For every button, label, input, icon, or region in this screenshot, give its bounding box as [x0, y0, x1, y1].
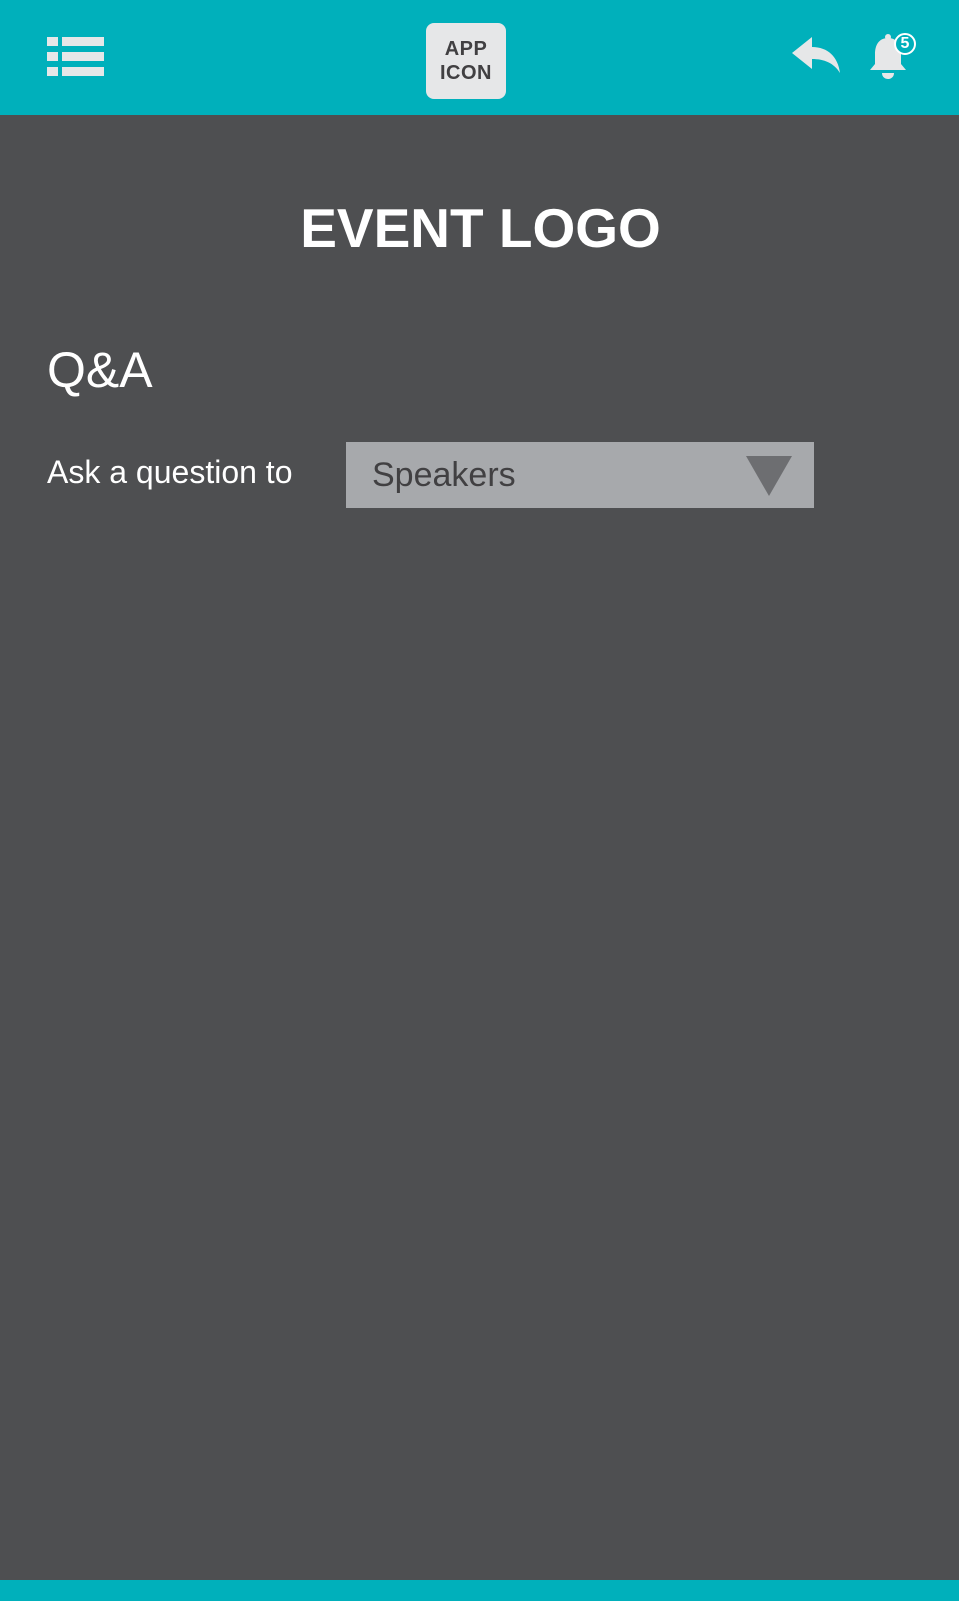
reply-arrow-icon[interactable] — [792, 35, 842, 75]
page-title: Q&A — [47, 342, 153, 398]
app-screen: APP ICON 5 EVENT LOGO Q&A Ask a question… — [0, 0, 961, 1601]
app-icon-line2: ICON — [440, 62, 492, 84]
list-menu-icon[interactable] — [47, 37, 104, 76]
ask-question-label: Ask a question to — [47, 454, 293, 490]
app-icon-line1: APP — [444, 38, 488, 60]
event-logo: EVENT LOGO — [300, 197, 661, 259]
notification-count-badge: 5 — [894, 33, 916, 55]
app-icon[interactable]: APP ICON — [426, 23, 506, 99]
bottom-bar — [0, 1580, 959, 1601]
recipient-select[interactable]: Speakers — [346, 442, 814, 508]
triangle-down-icon — [746, 456, 792, 496]
recipient-select-value: Speakers — [372, 456, 516, 494]
notifications-button[interactable]: 5 — [868, 30, 922, 82]
top-bar: APP ICON 5 — [0, 0, 959, 115]
